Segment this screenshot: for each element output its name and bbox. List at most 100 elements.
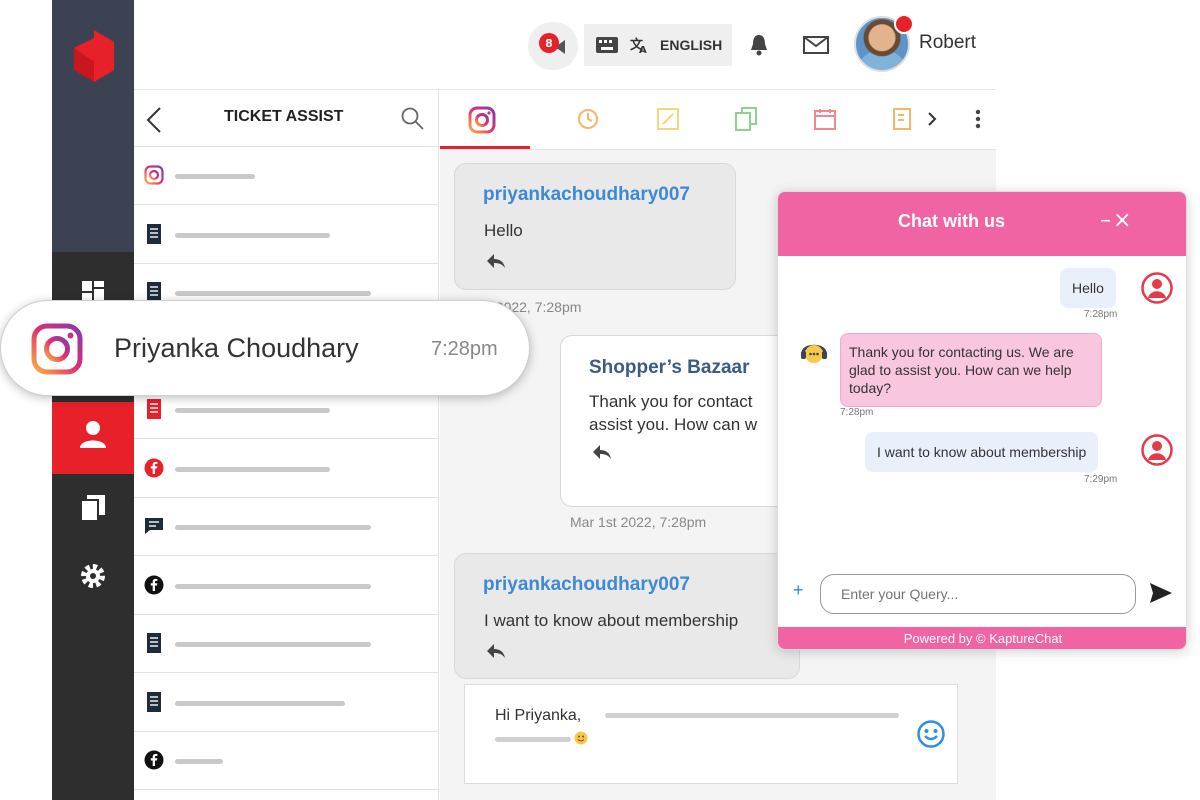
emoji-small-icon — [574, 731, 588, 745]
message-author[interactable]: priyankachoudhary007 — [483, 184, 690, 206]
composer-placeholder-line — [605, 713, 899, 718]
chat-message-time: 7:28pm — [840, 407, 874, 418]
chat-message-time: 7:29pm — [1084, 474, 1118, 485]
message-text: Hello — [484, 221, 523, 240]
tab-notes-icon[interactable] — [654, 105, 682, 133]
tab-copy-icon[interactable] — [732, 105, 760, 133]
tab-ticket-icon[interactable] — [888, 105, 916, 133]
message-author[interactable]: Shopper’s Bazaar — [589, 357, 750, 379]
ticket-row[interactable] — [134, 147, 439, 205]
mail-icon[interactable] — [803, 32, 829, 58]
ticket-preview-placeholder — [175, 291, 371, 296]
ticket-preview-placeholder — [175, 408, 330, 413]
app-window: 8 文A ENGLISH Robert TICKET ASSIST priyan… — [0, 0, 1200, 800]
ticket-preview-placeholder — [175, 759, 223, 764]
bell-icon[interactable] — [746, 32, 772, 58]
language-selector[interactable]: 文A ENGLISH — [584, 24, 732, 66]
more-options-icon[interactable] — [964, 105, 992, 133]
document-icon — [144, 399, 164, 419]
language-label: ENGLISH — [660, 37, 723, 53]
contact-time: 7:28pm — [431, 338, 498, 360]
document-icon — [144, 223, 164, 244]
ticket-row[interactable] — [134, 732, 439, 790]
emoji-picker-icon[interactable] — [917, 720, 945, 748]
message-author[interactable]: priyankachoudhary007 — [483, 574, 690, 596]
facebook-icon — [144, 458, 164, 478]
support-agent-icon — [801, 344, 827, 363]
message-text: I want to know about membership — [484, 611, 739, 630]
left-rail — [52, 0, 134, 800]
tab-history-icon[interactable] — [574, 105, 602, 133]
chat-message-time: 7:28pm — [1084, 309, 1118, 320]
user-avatar-icon — [1141, 272, 1173, 304]
channel-tabs — [440, 90, 996, 150]
avatar-status-badge — [894, 14, 914, 34]
ticket-list-panel: TICKET ASSIST — [134, 90, 439, 800]
ticket-panel-title: TICKET ASSIST — [224, 108, 344, 125]
highlighted-contact-pill[interactable]: Priyanka Choudhary 7:28pm — [0, 300, 530, 396]
chevron-right-icon[interactable] — [918, 105, 946, 133]
notification-count-badge: 8 — [539, 33, 559, 53]
ticket-preview-placeholder — [175, 583, 371, 589]
message-bubble-customer: priyankachoudhary007 Hello — [454, 163, 736, 290]
ticket-row[interactable] — [134, 206, 439, 264]
ticket-preview-placeholder — [175, 642, 371, 647]
chat-icon — [144, 516, 164, 536]
ticket-preview-placeholder — [175, 466, 330, 472]
chat-message-user: I want to know about membership — [865, 432, 1099, 472]
message-text-line2: assist you. How can w — [589, 415, 758, 434]
send-icon[interactable] — [1148, 580, 1174, 606]
user-name[interactable]: Robert — [919, 32, 976, 54]
composer-placeholder-line — [495, 737, 571, 742]
tab-calendar-icon[interactable] — [811, 105, 839, 133]
ticket-preview-placeholder — [175, 232, 330, 238]
user-avatar-icon — [1141, 434, 1173, 466]
ticket-preview-placeholder — [175, 700, 345, 706]
message-bubble-customer: priyankachoudhary007 I want to know abou… — [454, 553, 800, 679]
ticket-row[interactable] — [134, 557, 439, 615]
ticket-row[interactable] — [134, 615, 439, 673]
composer-text: Hi Priyanka, — [495, 707, 582, 724]
reply-icon[interactable] — [485, 642, 507, 660]
document-icon — [144, 633, 164, 653]
documents-icon[interactable] — [79, 494, 107, 522]
message-text-line1: Thank you for contact — [589, 392, 753, 411]
top-header: 8 文A ENGLISH Robert — [134, 0, 996, 90]
search-icon[interactable] — [401, 107, 425, 131]
tab-instagram-icon[interactable] — [468, 106, 496, 134]
chat-message-bot: Thank you for contacting us. We are glad… — [840, 333, 1102, 407]
chat-title: Chat with us — [898, 211, 1005, 231]
ticket-row[interactable] — [134, 440, 439, 498]
attach-plus-button[interactable]: + — [793, 580, 804, 601]
instagram-icon — [31, 323, 83, 375]
keyboard-icon — [596, 37, 618, 53]
reply-icon[interactable] — [591, 443, 613, 461]
reply-icon[interactable] — [485, 252, 507, 270]
settings-gear-icon[interactable] — [79, 562, 107, 590]
document-icon — [144, 691, 164, 712]
facebook-icon — [144, 750, 164, 770]
reply-composer[interactable]: Hi Priyanka, — [464, 684, 958, 784]
ticket-row[interactable] — [134, 674, 439, 732]
active-tab-indicator — [440, 146, 530, 149]
back-arrow-icon[interactable] — [146, 107, 162, 133]
instagram-icon — [144, 165, 164, 185]
facebook-icon — [144, 575, 164, 595]
ticket-preview-placeholder — [175, 525, 371, 530]
message-timestamp: Mar 1st 2022, 7:28pm — [570, 514, 707, 530]
ticket-preview-placeholder — [175, 174, 255, 179]
chat-widget: Chat with us –× Hello 7:28pm Thank you f… — [777, 191, 1187, 650]
kapture-logo — [74, 30, 114, 82]
chat-footer: Powered by © KaptureChat — [778, 627, 1186, 649]
document-icon — [144, 282, 164, 302]
contact-name: Priyanka Choudhary — [114, 333, 359, 363]
chat-header: Chat with us –× — [778, 192, 1186, 256]
translate-icon: 文A — [630, 37, 647, 54]
ticket-panel-header: TICKET ASSIST — [134, 90, 439, 147]
chat-minimize-close-controls[interactable]: –× — [1100, 208, 1133, 233]
user-icon[interactable] — [79, 420, 107, 448]
chat-message-user: Hello — [1060, 268, 1116, 308]
chat-query-input[interactable] — [820, 574, 1136, 614]
ticket-row[interactable] — [134, 498, 439, 556]
svg-text:A: A — [639, 45, 647, 54]
